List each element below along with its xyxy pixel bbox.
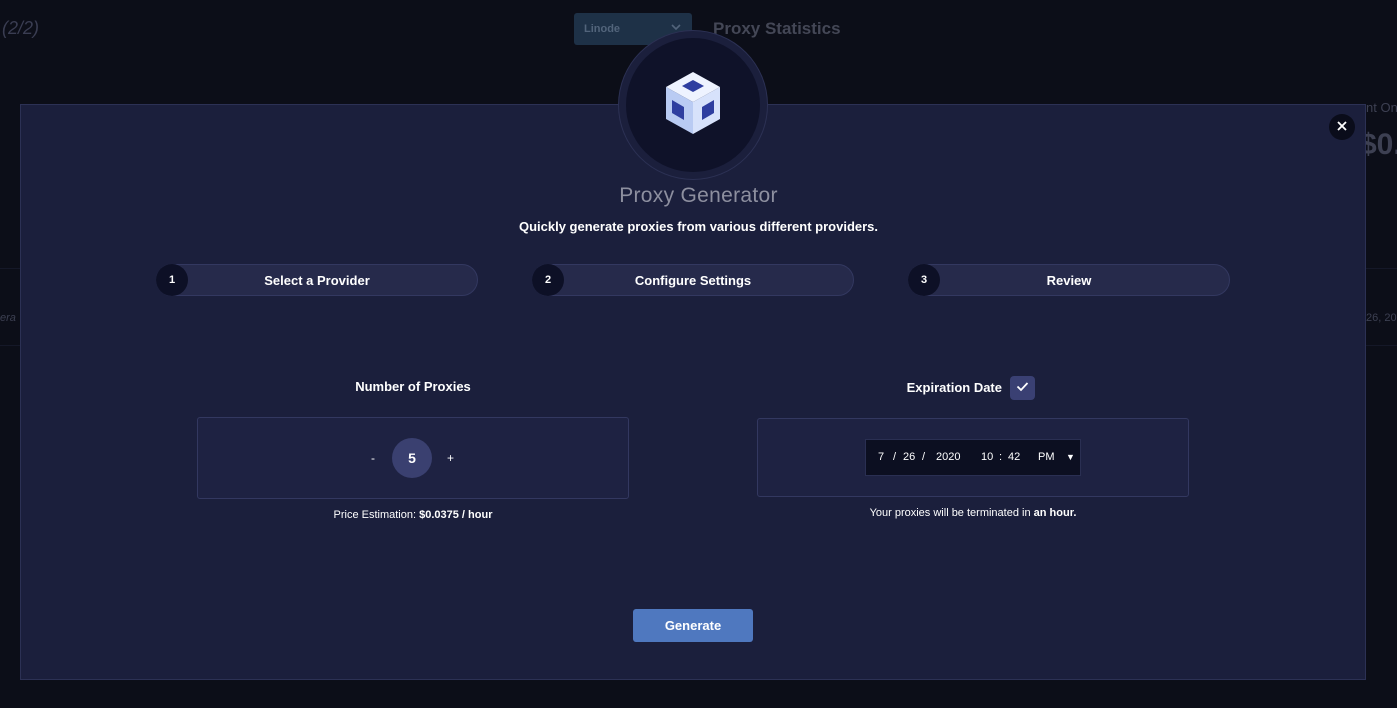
cube-icon (663, 70, 723, 141)
check-icon (1016, 379, 1029, 397)
termination-notice-label: Your proxies will be terminated in (869, 507, 1031, 519)
modal-logo (619, 31, 767, 179)
proxy-count-value[interactable]: 5 (392, 438, 432, 478)
step-select-provider[interactable]: 1 Select a Provider (156, 264, 478, 296)
termination-notice: Your proxies will be terminated in an ho… (757, 507, 1189, 519)
expiration-checkbox[interactable] (1010, 376, 1035, 400)
minute-field[interactable]: 42 (1008, 451, 1020, 463)
expiration-datetime-input[interactable]: 7 / 26 / 2020 10 : 42 PM ▼ (865, 439, 1081, 476)
step-label: Configure Settings (634, 273, 752, 288)
background-row-date: 26, 202 (1366, 312, 1397, 324)
date-separator: / (922, 451, 926, 463)
step-label: Review (1046, 273, 1092, 288)
dropdown-arrow-icon[interactable]: ▼ (1066, 452, 1075, 462)
close-button[interactable] (1329, 114, 1355, 140)
modal-title: Proxy Generator (619, 184, 778, 207)
number-of-proxies-label: Number of Proxies (355, 379, 471, 394)
expiration-date-label: Expiration Date (906, 380, 1002, 395)
generate-button[interactable]: Generate (633, 609, 753, 642)
hour-field[interactable]: 10 (981, 451, 993, 463)
price-estimation: Price Estimation: $0.0375 / hour (197, 509, 629, 521)
ampm-field[interactable]: PM (1038, 451, 1055, 463)
background-section-title: Proxy Statistics (713, 19, 841, 38)
background-stat-label: nt On (1366, 100, 1397, 115)
price-estimation-value: $0.0375 / hour (419, 509, 493, 521)
background-row-fragment: era (0, 312, 16, 324)
page-counter: (2/2) (2, 18, 40, 38)
year-field[interactable]: 2020 (936, 451, 960, 463)
step-label: Select a Provider (264, 273, 370, 288)
step-configure-settings[interactable]: 2 Configure Settings (532, 264, 854, 296)
termination-notice-value: an hour. (1033, 507, 1077, 519)
date-separator: / (893, 451, 897, 463)
time-separator: : (999, 451, 1003, 463)
day-field[interactable]: 26 (903, 451, 915, 463)
price-estimation-label: Price Estimation: (333, 509, 417, 521)
step-review[interactable]: 3 Review (908, 264, 1230, 296)
modal-subtitle: Quickly generate proxies from various di… (518, 219, 879, 234)
close-icon (1336, 119, 1348, 136)
provider-select-value: Linode (584, 23, 621, 35)
increment-button[interactable]: + (447, 451, 454, 465)
decrement-button[interactable]: - (371, 451, 375, 465)
month-field[interactable]: 7 (878, 451, 884, 463)
